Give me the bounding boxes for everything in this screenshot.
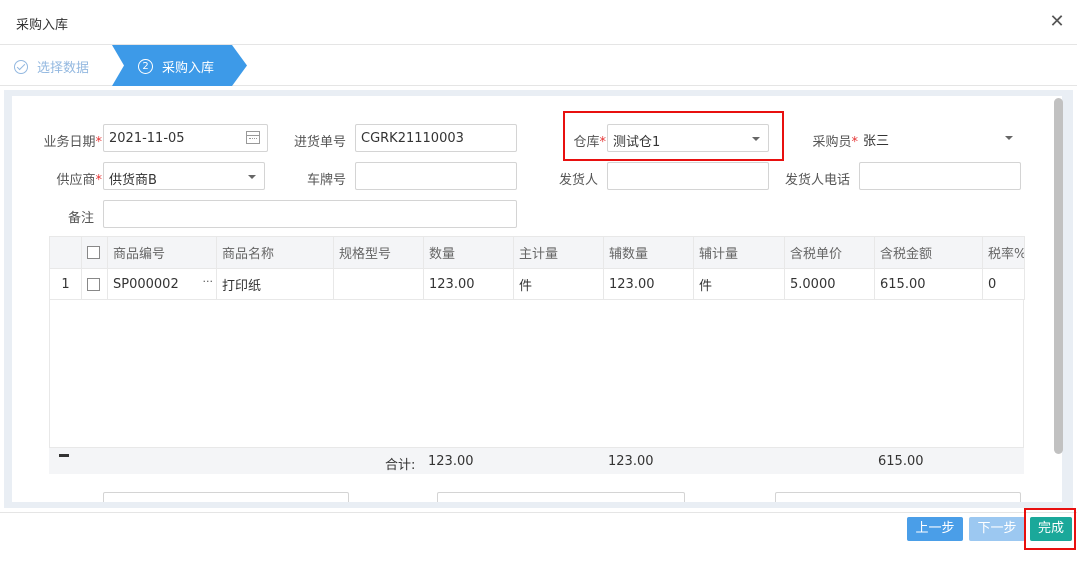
remark-field[interactable] bbox=[103, 200, 517, 228]
step-purchase-inbound[interactable]: 2 采购入库 bbox=[112, 45, 247, 86]
shipper-field[interactable] bbox=[607, 162, 769, 190]
dialog-title: 采购入库 bbox=[16, 18, 69, 33]
sub-qty-cell[interactable]: 123.00 bbox=[603, 268, 694, 300]
supplier-select[interactable]: 供货商B bbox=[103, 162, 265, 190]
row-checkbox[interactable] bbox=[87, 277, 100, 291]
prev-button[interactable]: 上一步 bbox=[907, 517, 963, 541]
check-circle-icon bbox=[14, 59, 28, 74]
row-number-header bbox=[49, 236, 82, 269]
footer-divider bbox=[0, 512, 1077, 513]
content-area: 业务日期* 2021-11-05 进货单号 CGRK21110003 仓库* 测… bbox=[4, 90, 1073, 508]
form-panel: 业务日期* 2021-11-05 进货单号 CGRK21110003 仓库* 测… bbox=[12, 96, 1062, 502]
plate-no-field[interactable] bbox=[355, 162, 517, 190]
items-table: 商品编号 商品名称 规格型号 数量 主计量 辅数量 辅计量 含税单价 含税金额 … bbox=[49, 236, 1025, 300]
column-header: 数量 bbox=[423, 236, 514, 269]
table-empty-area bbox=[49, 300, 1024, 447]
sub-unit-cell[interactable]: 件 bbox=[693, 268, 785, 300]
calendar-icon[interactable] bbox=[246, 131, 260, 144]
row-select-cell bbox=[81, 268, 108, 300]
column-header: 商品名称 bbox=[216, 236, 334, 269]
next-button[interactable]: 下一步 bbox=[969, 517, 1025, 541]
receipt-no-label: 进货单号 bbox=[293, 135, 346, 150]
warehouse-highlight-box bbox=[563, 111, 784, 161]
step-label: 选择数据 bbox=[37, 61, 90, 76]
plate-no-label: 车牌号 bbox=[306, 173, 346, 188]
column-header: 主计量 bbox=[513, 236, 604, 269]
tax-cell[interactable]: 0 bbox=[982, 268, 1025, 300]
column-header: 含税单价 bbox=[784, 236, 875, 269]
step-label: 采购入库 bbox=[162, 61, 215, 76]
purchaser-label: 采购员* bbox=[812, 135, 858, 150]
wizard-steps: 选择数据 2 采购入库 bbox=[0, 45, 1077, 86]
select-all-cell bbox=[81, 236, 108, 269]
column-header: 商品编号 bbox=[107, 236, 217, 269]
shipper-label: 发货人 bbox=[558, 173, 598, 188]
table-header-row: 商品编号 商品名称 规格型号 数量 主计量 辅数量 辅计量 含税单价 含税金额 … bbox=[49, 236, 1025, 269]
step-select-data[interactable]: 选择数据 bbox=[14, 57, 89, 76]
product-code-cell[interactable]: SP000002 ··· bbox=[107, 268, 217, 300]
total-amount: 615.00 bbox=[878, 454, 924, 469]
close-icon[interactable]: ✕ bbox=[1047, 12, 1067, 32]
row-index: 1 bbox=[49, 268, 82, 300]
table-row[interactable]: 1 SP000002 ··· 打印纸 123.00 件 123.00 件 5.0… bbox=[49, 268, 1025, 300]
remark-label: 备注 bbox=[67, 211, 94, 226]
business-date-field[interactable]: 2021-11-05 bbox=[103, 124, 268, 152]
column-header: 规格型号 bbox=[333, 236, 424, 269]
shipper-phone-label: 发货人电话 bbox=[784, 173, 850, 188]
select-all-checkbox[interactable] bbox=[87, 246, 100, 259]
step-number-icon: 2 bbox=[138, 59, 153, 74]
supplier-label: 供应商* bbox=[56, 173, 102, 188]
shipper-phone-field[interactable] bbox=[859, 162, 1021, 190]
column-header: 辅计量 bbox=[693, 236, 785, 269]
table-total-row: 合计: 123.00 123.00 615.00 bbox=[49, 447, 1024, 474]
amount-cell[interactable]: 615.00 bbox=[874, 268, 983, 300]
column-header: 辅数量 bbox=[603, 236, 694, 269]
qty-cell[interactable]: 123.00 bbox=[423, 268, 514, 300]
approver-field[interactable] bbox=[437, 492, 685, 502]
total-label: 合计: bbox=[385, 458, 416, 473]
product-name-cell[interactable]: 打印纸 bbox=[216, 268, 334, 300]
column-header: 税率% bbox=[982, 236, 1025, 269]
finish-highlight-box bbox=[1024, 508, 1076, 550]
dialog-title-bar: 采购入库 ✕ bbox=[0, 0, 1077, 45]
collapse-icon[interactable] bbox=[59, 454, 69, 457]
spec-cell[interactable] bbox=[333, 268, 424, 300]
chevron-down-icon bbox=[1005, 136, 1013, 140]
price-cell[interactable]: 5.0000 bbox=[784, 268, 875, 300]
chevron-down-icon bbox=[248, 175, 256, 179]
total-sub-qty: 123.00 bbox=[608, 454, 654, 469]
purchase-inbound-dialog: 采购入库 ✕ 选择数据 2 采购入库 业务日期* 2021-11-05 进货单号… bbox=[0, 0, 1077, 566]
unit-cell[interactable]: 件 bbox=[513, 268, 604, 300]
more-options-icon[interactable]: ··· bbox=[203, 275, 214, 288]
vertical-scrollbar[interactable] bbox=[1054, 98, 1063, 454]
purchaser-select[interactable]: 张三 bbox=[859, 124, 1021, 152]
business-date-label: 业务日期* bbox=[43, 135, 102, 150]
creator-field[interactable] bbox=[103, 492, 349, 502]
receipt-no-field[interactable]: CGRK21110003 bbox=[355, 124, 517, 152]
column-header: 含税金额 bbox=[874, 236, 983, 269]
approval-date-field[interactable] bbox=[775, 492, 1021, 502]
total-qty: 123.00 bbox=[428, 454, 474, 469]
